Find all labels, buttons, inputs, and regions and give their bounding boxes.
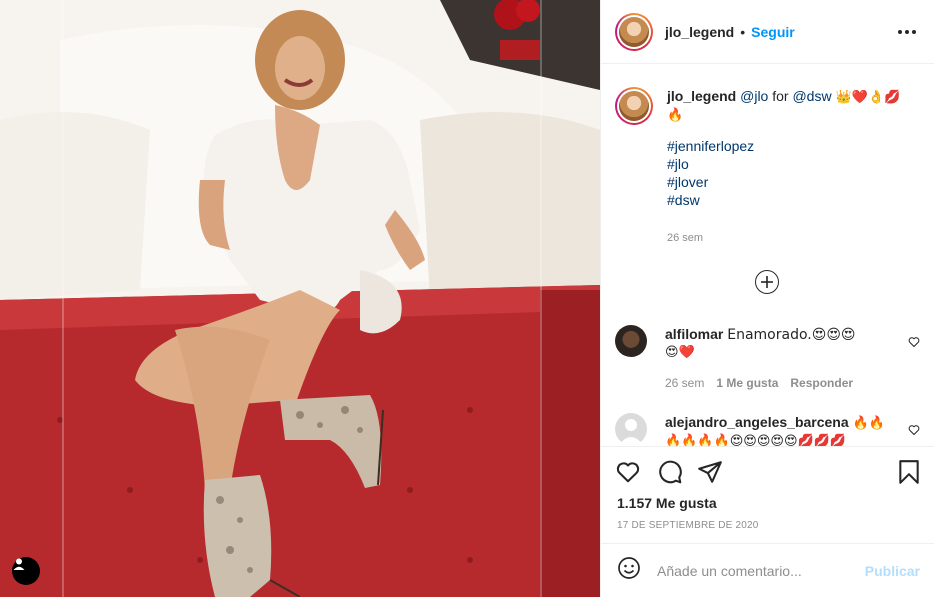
publish-button[interactable]: Publicar: [865, 563, 920, 579]
header-separator: •: [740, 23, 746, 40]
comment-time[interactable]: 26 sem: [665, 374, 704, 392]
hashtag[interactable]: #jlover: [667, 173, 917, 191]
post-actions: 1.157 Me gusta 17 DE SEPTIEMBRE DE 2020: [601, 446, 934, 543]
heart-icon[interactable]: [615, 459, 641, 490]
comment-text-line2: 😍❤️: [665, 345, 695, 360]
paper-plane-icon[interactable]: [697, 459, 723, 490]
smiley-icon[interactable]: [617, 556, 641, 585]
heart-icon[interactable]: [908, 335, 920, 353]
caption-emoji-line: 🔥: [667, 108, 684, 123]
comment-item: alfilomar Enamorado.😍😍😍 😍❤️ 26 sem 1 Me …: [615, 325, 920, 392]
caption-time[interactable]: 26 sem: [667, 229, 917, 247]
reply-button[interactable]: Responder: [790, 374, 853, 392]
post-details-panel: jlo_legend • Seguir jlo_legend @jlo for …: [600, 0, 934, 597]
comment-likes[interactable]: 1 Me gusta: [716, 374, 778, 392]
caption-avatar[interactable]: [615, 87, 653, 125]
follow-button[interactable]: Seguir: [751, 24, 795, 40]
mention-jlo[interactable]: @jlo: [740, 88, 768, 104]
hashtag[interactable]: #jlo: [667, 155, 917, 173]
post-photo[interactable]: [0, 0, 600, 597]
post-header: jlo_legend • Seguir: [601, 0, 934, 64]
person-icon: [13, 558, 25, 570]
hashtag[interactable]: #jenniferlopez: [667, 137, 917, 155]
comments-list[interactable]: jlo_legend @jlo for @dsw 👑❤️👌💋 🔥 #jennif…: [601, 65, 934, 446]
caption-username[interactable]: jlo_legend: [667, 88, 736, 104]
tagged-users-button[interactable]: [12, 557, 40, 585]
comment-item: alejandro_angeles_barcena 🔥🔥 🔥🔥🔥🔥😍😍😍😍😍💋💋…: [615, 413, 920, 446]
commenter-avatar[interactable]: [615, 413, 647, 445]
caption-emojis: 👑❤️👌💋: [831, 90, 901, 105]
commenter-avatar[interactable]: [615, 325, 647, 357]
comment-input[interactable]: [657, 562, 865, 579]
caption: jlo_legend @jlo for @dsw 👑❤️👌💋 🔥 #jennif…: [615, 87, 917, 247]
likes-count[interactable]: 1.157 Me gusta: [617, 495, 717, 511]
heart-icon[interactable]: [908, 423, 920, 441]
hashtag-list: #jenniferlopez #jlo #jlover #dsw: [667, 137, 917, 209]
commenter-username[interactable]: alfilomar: [665, 326, 723, 342]
commenter-username[interactable]: alejandro_angeles_barcena: [665, 414, 849, 430]
author-username[interactable]: jlo_legend: [665, 24, 734, 40]
comment-text: Enamorado.😍😍😍: [727, 327, 856, 343]
comment-text-line2: 🔥🔥🔥🔥😍😍😍😍😍💋💋💋: [665, 434, 847, 446]
mention-dsw[interactable]: @dsw: [792, 88, 831, 104]
comment-composer: Publicar: [601, 543, 934, 597]
more-horizontal-icon[interactable]: [894, 22, 920, 42]
comment-text: 🔥🔥: [852, 416, 885, 431]
plus-circle-icon[interactable]: [755, 270, 779, 294]
comment-icon[interactable]: [657, 459, 683, 490]
hashtag[interactable]: #dsw: [667, 191, 917, 209]
post-date[interactable]: 17 DE SEPTIEMBRE DE 2020: [617, 520, 759, 531]
author-avatar[interactable]: [615, 12, 653, 51]
caption-text: for: [768, 88, 793, 104]
post-image: [0, 0, 600, 597]
bookmark-icon[interactable]: [896, 459, 922, 490]
